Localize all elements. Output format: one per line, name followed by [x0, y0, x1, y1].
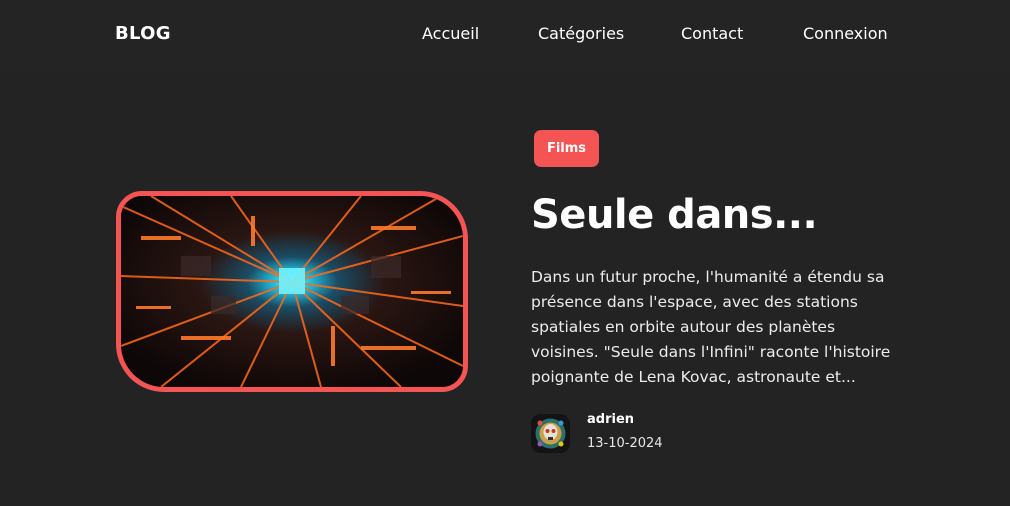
post-date: 13-10-2024: [587, 436, 663, 451]
post-excerpt: Dans un futur proche, l'humanité a étend…: [531, 265, 891, 390]
excerpt-line: voisines. "Seule dans l'Infini" raconte …: [531, 343, 891, 361]
sci-fi-tunnel-image: [121, 196, 463, 387]
nav-link-contact[interactable]: Contact: [681, 24, 743, 43]
author-avatar[interactable]: [531, 414, 570, 453]
author-name[interactable]: adrien: [587, 412, 634, 427]
brand-logo[interactable]: BLOG: [115, 23, 171, 44]
navbar: BLOG Accueil Catégories Contact Connexio…: [0, 0, 1010, 72]
excerpt-line: présence dans l'espace, avec des station…: [531, 293, 858, 311]
excerpt-line: poignante de Lena Kovac, astronaute et..…: [531, 368, 856, 386]
category-badge[interactable]: Films: [534, 130, 599, 167]
post-thumbnail[interactable]: [116, 191, 468, 392]
nav-link-connexion[interactable]: Connexion: [803, 24, 888, 43]
nav-link-accueil[interactable]: Accueil: [422, 24, 479, 43]
excerpt-line: Dans un futur proche, l'humanité a étend…: [531, 268, 885, 286]
post-title[interactable]: Seule dans...: [531, 192, 818, 238]
nav-link-categories[interactable]: Catégories: [538, 24, 624, 43]
excerpt-line: spatiales en orbite autour des planètes: [531, 318, 836, 336]
decorated-skull-avatar: [531, 414, 570, 453]
